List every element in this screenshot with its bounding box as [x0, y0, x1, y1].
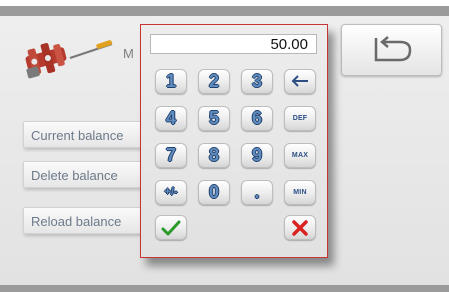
- backspace-arrow-icon: [291, 75, 308, 87]
- top-frame-bar: [0, 6, 449, 16]
- cancel-button[interactable]: [284, 215, 316, 240]
- numeric-keypad: 50.00 1 2 3 4 5 6 DEF 7 8 9 MAX +/- 0 . …: [140, 24, 328, 258]
- backspace-key[interactable]: [284, 69, 316, 94]
- back-button[interactable]: [341, 24, 442, 76]
- tools-icon: [22, 36, 118, 80]
- default-key[interactable]: DEF: [284, 106, 316, 131]
- keypad-display: 50.00: [150, 34, 317, 54]
- key-9[interactable]: 9: [241, 143, 273, 168]
- min-key[interactable]: MIN: [284, 180, 316, 205]
- cross-icon: [292, 220, 308, 236]
- key-4[interactable]: 4: [155, 106, 187, 131]
- key-5[interactable]: 5: [198, 106, 230, 131]
- key-1[interactable]: 1: [155, 69, 187, 94]
- ok-button[interactable]: [155, 215, 187, 240]
- key-6[interactable]: 6: [241, 106, 273, 131]
- checkmark-icon: [161, 220, 181, 236]
- key-8[interactable]: 8: [198, 143, 230, 168]
- key-3[interactable]: 3: [241, 69, 273, 94]
- key-2[interactable]: 2: [198, 69, 230, 94]
- page-title: M: [123, 46, 134, 61]
- screen: M Current balance Delete balance Reload …: [0, 0, 449, 292]
- max-key[interactable]: MAX: [284, 143, 316, 168]
- decimal-point-key[interactable]: .: [241, 180, 273, 205]
- undo-arrow-icon: [374, 36, 412, 62]
- key-0[interactable]: 0: [198, 180, 230, 205]
- sign-toggle-key[interactable]: +/-: [155, 180, 187, 205]
- key-7[interactable]: 7: [155, 143, 187, 168]
- bottom-frame-bar: [0, 285, 449, 292]
